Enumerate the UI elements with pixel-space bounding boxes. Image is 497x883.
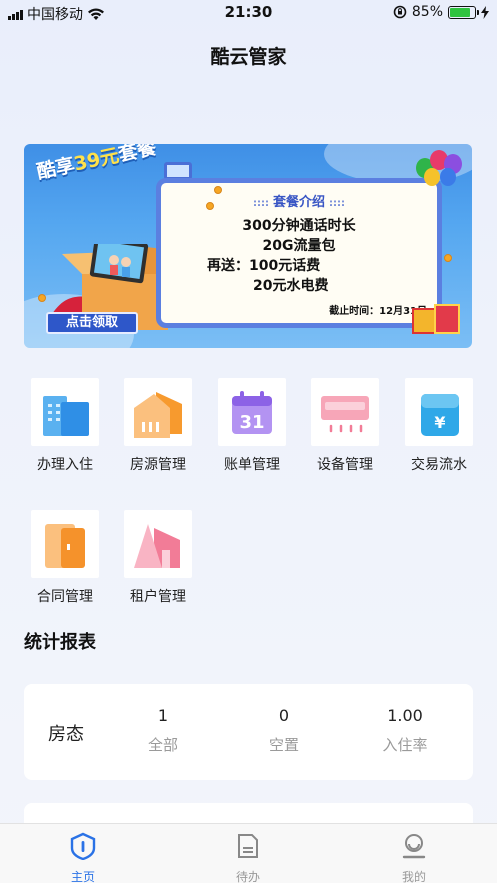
home-shield-icon <box>70 832 96 861</box>
air-conditioner-icon <box>311 378 379 446</box>
menu-property[interactable]: 房源管理 <box>118 378 198 488</box>
menu-label: 租户管理 <box>130 589 186 605</box>
stat-total: 1 全部 <box>118 706 208 755</box>
stat-label: 全部 <box>147 736 178 754</box>
menu-bills[interactable]: 31 账单管理 <box>212 378 292 488</box>
menu-transactions[interactable]: ¥ 交易流水 <box>399 378 479 488</box>
plan-card: 套餐介绍 300分钟通话时长 20G流量包 再送：100元话费 20元水电费 截… <box>156 178 442 328</box>
plan-line: 再送：100元话费 <box>207 258 321 274</box>
stat-value: 1.00 <box>387 706 423 725</box>
stat-label: 空置 <box>268 736 299 754</box>
stat-vacant: 0 空置 <box>239 706 329 755</box>
tab-label: 主页 <box>70 870 95 883</box>
plan-card-title: 套餐介绍 <box>161 191 437 210</box>
stat-label: 入住率 <box>382 736 428 754</box>
tenant-house-icon <box>124 510 192 578</box>
calendar-icon: 31 <box>218 378 286 446</box>
yuan-wallet-icon: ¥ <box>405 378 473 446</box>
tab-bar: 主页 待办 我的 <box>0 823 497 883</box>
status-bar: 中国移动 21:30 85% <box>0 0 497 26</box>
house-icon <box>124 378 192 446</box>
stat-value: 0 <box>278 706 290 725</box>
stat-occupancy: 1.00 入住率 <box>360 706 450 755</box>
rotation-lock-icon <box>393 5 407 19</box>
menu-devices[interactable]: 设备管理 <box>305 378 385 488</box>
balloon-icon <box>424 168 440 186</box>
stat-value: 1 <box>157 706 169 725</box>
plan-line: 300分钟通话时长 <box>242 218 356 234</box>
balloon-icon <box>440 168 456 186</box>
menu-label: 房源管理 <box>130 457 186 473</box>
stats-row-label: 房态 <box>48 724 84 745</box>
battery-icon <box>448 5 479 19</box>
menu-contracts[interactable]: 合同管理 <box>25 510 105 620</box>
charging-bolt-icon <box>481 5 489 19</box>
tab-label: 待办 <box>235 870 260 883</box>
menu-checkin[interactable]: 办理入住 <box>25 378 105 488</box>
menu-label: 账单管理 <box>224 457 280 473</box>
gift-icon <box>434 304 460 334</box>
battery-percent: 85% <box>411 4 443 20</box>
tab-home[interactable]: 主页 <box>43 832 123 883</box>
claim-button[interactable]: 点击领取 <box>46 312 138 334</box>
todo-document-icon <box>238 834 258 858</box>
banner-headline: 酷享39元套餐 <box>34 144 159 184</box>
section-title: 统计报表 <box>24 632 96 653</box>
stats-card[interactable]: 房态 1 全部 0 空置 1.00 入住率 <box>24 684 473 780</box>
plan-line: 20G流量包 <box>262 238 336 254</box>
menu-label: 办理入住 <box>37 457 93 473</box>
plan-line: 20元水电费 <box>253 278 329 294</box>
menu-tenants[interactable]: 租户管理 <box>118 510 198 620</box>
building-icon <box>31 378 99 446</box>
menu-label: 设备管理 <box>317 457 373 473</box>
page-title: 酷云管家 <box>210 46 287 68</box>
menu-label: 交易流水 <box>411 457 467 473</box>
menu-label: 合同管理 <box>37 589 93 605</box>
svg-text:31: 31 <box>239 412 264 433</box>
svg-text:¥: ¥ <box>434 413 445 432</box>
profile-icon <box>402 834 426 859</box>
tab-mine[interactable]: 我的 <box>374 832 454 883</box>
tab-todo[interactable]: 待办 <box>208 832 288 883</box>
tab-label: 我的 <box>401 870 426 883</box>
contract-icon <box>31 510 99 578</box>
promo-banner[interactable]: 酷享39元套餐 点击领取 套餐介绍 300分钟通话时长 20G流量包 再送：10… <box>24 144 472 348</box>
